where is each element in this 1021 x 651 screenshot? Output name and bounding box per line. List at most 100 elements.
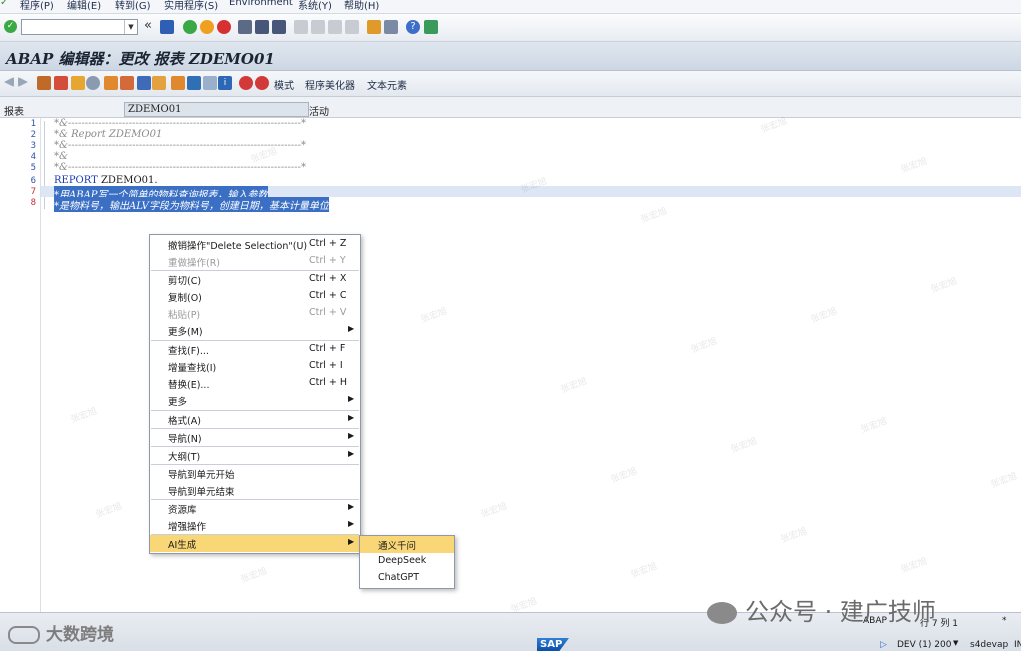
menu-item-label: 替换(E)... — [168, 380, 210, 391]
menu-item-label: 剪切(C) — [168, 276, 202, 287]
status-mode: * — [1002, 616, 1007, 626]
menu-environment[interactable]: Environment — [229, 0, 293, 8]
active-inactive-icon[interactable] — [54, 76, 68, 90]
menu-system[interactable]: 系统(Y) — [298, 0, 332, 12]
text-elements-button[interactable]: 文本元素 — [367, 77, 407, 92]
object-list-icon[interactable] — [152, 76, 166, 90]
display-change-icon[interactable] — [37, 76, 51, 90]
menu-item-format[interactable]: 格式(A) ▶ — [150, 411, 360, 428]
menu-item-ai-generate[interactable]: AI生成 ▶ — [150, 535, 360, 552]
watermark: 张宏旭 — [899, 156, 929, 176]
menu-item-enhancement[interactable]: 增强操作 ▶ — [150, 517, 360, 534]
selected-code-line[interactable]: *是物料号，输出ALV字段为物料号，创建日期，基本计量单位 — [54, 197, 329, 212]
chevron-down-icon[interactable]: ▼ — [953, 639, 958, 647]
cancel-icon[interactable] — [217, 20, 231, 34]
where-used-icon[interactable] — [137, 76, 151, 90]
pretty-printer-button[interactable]: 程序美化器 — [305, 77, 355, 92]
menu-item-label: 大纲(T) — [168, 452, 201, 463]
save-icon[interactable] — [160, 20, 174, 34]
menu-item-shortcut: Ctrl + H — [309, 377, 348, 388]
menu-item-undo[interactable]: 撤销操作"Delete Selection"(U) Ctrl + Z — [150, 236, 360, 253]
menu-item-navigation[interactable]: 导航(N) ▶ — [150, 429, 360, 446]
menu-item-incremental-find[interactable]: 增量查找(I) Ctrl + I — [150, 358, 360, 375]
menu-item-redo: 重做操作(R) Ctrl + Y — [150, 253, 360, 270]
line-number: 8 — [30, 198, 36, 208]
breakpoint-icon[interactable] — [239, 76, 253, 90]
menu-item-shortcut: Ctrl + Z — [309, 238, 347, 249]
new-session-icon[interactable] — [367, 20, 381, 34]
line-number: 3 — [30, 141, 36, 151]
code-line[interactable]: *&--------------------------------------… — [54, 162, 306, 173]
submenu-item-qwen[interactable]: 通义千问 — [360, 536, 454, 553]
find-icon[interactable] — [255, 20, 269, 34]
layout-icon[interactable] — [203, 76, 217, 90]
application-toolbar: i 模式 程序美化器 文本元素 — [0, 71, 1021, 97]
forward-arrow-icon[interactable] — [18, 77, 28, 87]
submenu-arrow-icon: ▶ — [348, 394, 355, 403]
exit-icon[interactable] — [200, 20, 214, 34]
pattern-button[interactable]: 模式 — [274, 77, 294, 92]
watermark: 张宏旭 — [419, 306, 449, 326]
status-system[interactable]: DEV (1) 200 — [897, 640, 951, 650]
submenu-item-deepseek[interactable]: DeepSeek — [360, 553, 454, 570]
prev-page-icon[interactable] — [311, 20, 325, 34]
menu-help[interactable]: 帮助(H) — [344, 0, 379, 12]
print-icon[interactable] — [238, 20, 252, 34]
menu-item-copy[interactable]: 复制(O) Ctrl + C — [150, 288, 360, 305]
submenu-item-label: ChatGPT — [378, 572, 420, 583]
menu-item-find[interactable]: 查找(F)... Ctrl + F — [150, 341, 360, 358]
menu-item-more-find[interactable]: 更多 ▶ — [150, 392, 360, 409]
code-line[interactable]: *&--------------------------------------… — [54, 118, 306, 129]
menu-goto[interactable]: 转到(G) — [115, 0, 151, 12]
hierarchy-icon[interactable] — [171, 76, 185, 90]
shortcut-icon[interactable] — [384, 20, 398, 34]
check-icon[interactable] — [86, 76, 100, 90]
session-breakpoint-icon[interactable] — [255, 76, 269, 90]
watermark: 张宏旭 — [559, 376, 589, 396]
test-icon[interactable] — [120, 76, 134, 90]
first-page-icon[interactable] — [294, 20, 308, 34]
code-line[interactable]: *& Report ZDEMO01 — [54, 129, 162, 140]
enter-icon[interactable]: ✓ — [4, 20, 17, 33]
help-icon[interactable]: ? — [406, 20, 420, 34]
code-line[interactable]: *& — [54, 151, 68, 162]
line-number: 4 — [30, 152, 36, 162]
back-icon[interactable] — [183, 20, 197, 34]
chevron-down-icon[interactable]: ▼ — [124, 20, 137, 34]
last-page-icon[interactable] — [345, 20, 359, 34]
menu-item-goto-unit-start[interactable]: 导航到单元开始 — [150, 465, 360, 482]
collapse-icon[interactable]: « — [144, 18, 158, 33]
code-line[interactable]: REPORT ZDEMO01. — [54, 175, 158, 186]
submenu-arrow-icon: ▶ — [348, 413, 355, 422]
find-next-icon[interactable] — [272, 20, 286, 34]
menu-item-label: 粘贴(P) — [168, 310, 201, 321]
back-arrow-icon[interactable] — [4, 77, 14, 87]
customize-icon[interactable] — [424, 20, 438, 34]
menu-item-cut[interactable]: 剪切(C) Ctrl + X — [150, 271, 360, 288]
menu-utilities[interactable]: 实用程序(S) — [164, 0, 218, 12]
menu-bar: ✓ 程序(P) 编辑(E) 转到(G) 实用程序(S) Environment … — [0, 0, 1021, 14]
watermark: 张宏旭 — [809, 306, 839, 326]
other-object-icon[interactable] — [71, 76, 85, 90]
submenu-arrow-icon: ▶ — [348, 449, 355, 458]
watermark: 张宏旭 — [779, 526, 809, 546]
menu-edit[interactable]: 编辑(E) — [67, 0, 101, 12]
watermark: 张宏旭 — [899, 556, 929, 576]
submenu-arrow-icon: ▶ — [348, 519, 355, 528]
menu-item-goto-unit-end[interactable]: 导航到单元结束 — [150, 482, 360, 499]
title-bar: ABAP 编辑器：更改 报表 ZDEMO01 — [0, 42, 1021, 71]
submenu-item-chatgpt[interactable]: ChatGPT — [360, 570, 454, 587]
next-page-icon[interactable] — [328, 20, 342, 34]
menu-item-shortcut: Ctrl + Y — [309, 255, 346, 266]
info-icon[interactable]: i — [218, 76, 232, 90]
worklist-icon[interactable] — [187, 76, 201, 90]
menu-item-more-edit[interactable]: 更多(M) ▶ — [150, 322, 360, 339]
menu-item-replace[interactable]: 替换(E)... Ctrl + H — [150, 375, 360, 392]
menu-program[interactable]: 程序(P) — [20, 0, 54, 12]
activate-icon[interactable] — [104, 76, 118, 90]
menu-item-shortcut: Ctrl + C — [309, 290, 347, 301]
menu-item-outline[interactable]: 大纲(T) ▶ — [150, 447, 360, 464]
menu-item-repository[interactable]: 资源库 ▶ — [150, 500, 360, 517]
status-expand-icon[interactable]: ▷ — [880, 640, 887, 650]
command-field[interactable]: ▼ — [21, 19, 138, 35]
